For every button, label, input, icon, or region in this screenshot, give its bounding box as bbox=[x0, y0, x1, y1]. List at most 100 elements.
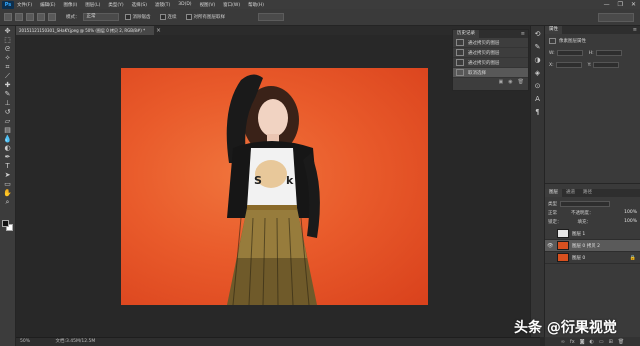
history-brush-tool-icon[interactable]: ↺ bbox=[3, 108, 13, 116]
mode-select[interactable]: 正常 bbox=[82, 13, 119, 21]
document-image[interactable]: S k bbox=[121, 68, 428, 305]
history-item-label: 通过拷贝的图层 bbox=[468, 50, 500, 56]
history-item[interactable]: 通过拷贝的图层 bbox=[453, 48, 528, 58]
eye-icon[interactable]: 👁 bbox=[547, 243, 553, 249]
menu-file[interactable]: 文件(F) bbox=[17, 2, 32, 8]
layers-footer: ∞ fx ◙ ◐ ▭ ⊞ 🗑 bbox=[545, 337, 640, 346]
close-tab-icon[interactable]: × bbox=[156, 26, 161, 35]
layer-row[interactable]: 图层 1 bbox=[545, 228, 640, 240]
fx-icon[interactable]: fx bbox=[570, 339, 575, 345]
subtract-selection-icon[interactable] bbox=[37, 13, 45, 21]
path-selection-tool-icon[interactable]: ➤ bbox=[3, 171, 13, 179]
history-item[interactable]: 通过拷贝的图层 bbox=[453, 38, 528, 48]
menu-layer[interactable]: 图层(L) bbox=[85, 2, 100, 8]
history-step-icon bbox=[456, 49, 464, 56]
new-selection-icon[interactable] bbox=[15, 13, 23, 21]
contiguous-checkbox[interactable] bbox=[159, 14, 166, 20]
trash-icon[interactable]: 🗑 bbox=[618, 339, 624, 345]
tool-preset-icon[interactable] bbox=[4, 13, 12, 21]
refine-edge-button[interactable] bbox=[258, 13, 284, 21]
new-layer-icon[interactable]: ⊞ bbox=[609, 339, 613, 345]
foreground-color-swatch[interactable] bbox=[2, 220, 9, 227]
filter-icons[interactable] bbox=[560, 200, 610, 207]
x-field[interactable] bbox=[555, 62, 582, 68]
sample-all-layers-checkbox[interactable] bbox=[185, 14, 192, 20]
clone-stamp-tool-icon[interactable]: ⊥ bbox=[3, 99, 13, 107]
blur-tool-icon[interactable]: 💧 bbox=[3, 135, 13, 143]
layer-kind-filter[interactable]: 类型 bbox=[548, 201, 557, 207]
lasso-tool-icon[interactable]: ᘓ bbox=[3, 45, 13, 53]
zoom-tool-icon[interactable]: ⌕ bbox=[3, 198, 13, 206]
menu-edit[interactable]: 编辑(E) bbox=[40, 2, 55, 8]
properties-tab[interactable]: 属性 bbox=[545, 26, 562, 34]
menu-3d[interactable]: 3D(D) bbox=[178, 2, 191, 7]
menu-filter[interactable]: 滤镜(T) bbox=[155, 2, 170, 8]
panel-menu-icon[interactable]: ≡ bbox=[521, 31, 525, 37]
tab-paths[interactable]: 路径 bbox=[579, 189, 596, 197]
history-tab[interactable]: 历史记录 bbox=[453, 30, 479, 38]
layer-row-selected[interactable]: 👁 图层 0 拷贝 2 bbox=[545, 240, 640, 252]
move-tool-icon[interactable]: ✥ bbox=[3, 27, 13, 35]
width-field[interactable] bbox=[556, 50, 583, 56]
menu-view[interactable]: 视图(V) bbox=[200, 2, 216, 8]
panel-menu-icon[interactable]: ≡ bbox=[633, 27, 637, 33]
layer-row[interactable]: 图层 0 🔒 bbox=[545, 252, 640, 264]
fill-value[interactable]: 100% bbox=[624, 219, 637, 224]
folder-icon[interactable]: ▭ bbox=[599, 339, 604, 345]
antialias-checkbox[interactable] bbox=[124, 14, 131, 20]
adjustment-icon[interactable]: ◐ bbox=[590, 339, 594, 345]
blend-mode-select[interactable]: 正常 bbox=[548, 210, 557, 216]
eyedropper-tool-icon[interactable]: ⟋ bbox=[3, 72, 13, 80]
link-icon[interactable]: ∞ bbox=[561, 339, 565, 345]
character-panel-icon[interactable]: A bbox=[533, 95, 542, 104]
hand-tool-icon[interactable]: ✋ bbox=[3, 189, 13, 197]
healing-brush-tool-icon[interactable]: ✚ bbox=[3, 81, 13, 89]
close-icon[interactable]: ✕ bbox=[631, 1, 636, 8]
menu-select[interactable]: 选择(S) bbox=[132, 2, 147, 8]
paragraph-panel-icon[interactable]: ¶ bbox=[533, 108, 542, 117]
opacity-value[interactable]: 100% bbox=[624, 210, 637, 215]
snapshot-icon[interactable]: ◉ bbox=[508, 79, 512, 85]
eraser-tool-icon[interactable]: ▱ bbox=[3, 117, 13, 125]
add-selection-icon[interactable] bbox=[26, 13, 34, 21]
document-tab[interactable]: 20151121150301_SHaKY.jpeg @ 50% (图层 0 拷贝… bbox=[16, 26, 154, 35]
dodge-tool-icon[interactable]: ◐ bbox=[3, 144, 13, 152]
brush-panel-icon[interactable]: ✎ bbox=[533, 43, 542, 52]
crop-tool-icon[interactable]: ⌗ bbox=[3, 63, 13, 71]
restore-icon[interactable]: ❐ bbox=[618, 1, 623, 8]
minimize-icon[interactable]: — bbox=[604, 1, 610, 8]
paths-panel-icon[interactable]: ⊙ bbox=[533, 82, 542, 91]
tab-channels[interactable]: 通道 bbox=[562, 189, 579, 197]
type-tool-icon[interactable]: T bbox=[3, 162, 13, 170]
history-item-selected[interactable]: 取消选择 bbox=[453, 68, 528, 78]
trash-icon[interactable]: 🗑 bbox=[518, 79, 524, 85]
gradient-tool-icon[interactable]: ▤ bbox=[3, 126, 13, 134]
height-field[interactable] bbox=[595, 50, 622, 56]
adjustments-panel-icon[interactable]: ◑ bbox=[533, 56, 542, 65]
x-label: X: bbox=[549, 62, 554, 68]
brush-tool-icon[interactable]: ✎ bbox=[3, 90, 13, 98]
new-document-from-state-icon[interactable]: ▣ bbox=[499, 79, 504, 85]
workspace-select[interactable] bbox=[598, 13, 634, 22]
menu-window[interactable]: 窗口(W) bbox=[223, 2, 240, 8]
tab-layers[interactable]: 图层 bbox=[545, 189, 562, 197]
magic-wand-tool-icon[interactable]: ✧ bbox=[3, 54, 13, 62]
history-panel-icon[interactable]: ⟲ bbox=[533, 30, 542, 39]
menu-help[interactable]: 帮助(H) bbox=[248, 2, 264, 8]
watermark: 头条 @衍果视觉 bbox=[514, 320, 617, 336]
properties-title-row: 像素图层属性 bbox=[549, 38, 636, 44]
zoom-level[interactable]: 50% bbox=[20, 339, 30, 344]
shape-tool-icon[interactable]: ▭ bbox=[3, 180, 13, 188]
menu-type[interactable]: 类型(Y) bbox=[108, 2, 123, 8]
window-controls: — ❐ ✕ bbox=[604, 1, 636, 8]
y-field[interactable] bbox=[593, 62, 620, 68]
marquee-tool-icon[interactable]: ⬚ bbox=[3, 36, 13, 44]
pen-tool-icon[interactable]: ✒ bbox=[3, 153, 13, 161]
history-item[interactable]: 通过拷贝的图层 bbox=[453, 58, 528, 68]
history-panel: 历史记录 ≡ 通过拷贝的图层 通过拷贝的图层 通过拷贝的图层 取消选择 ▣ ◉ … bbox=[452, 29, 529, 91]
channels-panel-icon[interactable]: ◈ bbox=[533, 69, 542, 78]
intersect-selection-icon[interactable] bbox=[48, 13, 56, 21]
pixel-layer-icon bbox=[549, 38, 556, 44]
menu-image[interactable]: 图像(I) bbox=[63, 2, 77, 8]
mask-icon[interactable]: ◙ bbox=[580, 339, 585, 345]
